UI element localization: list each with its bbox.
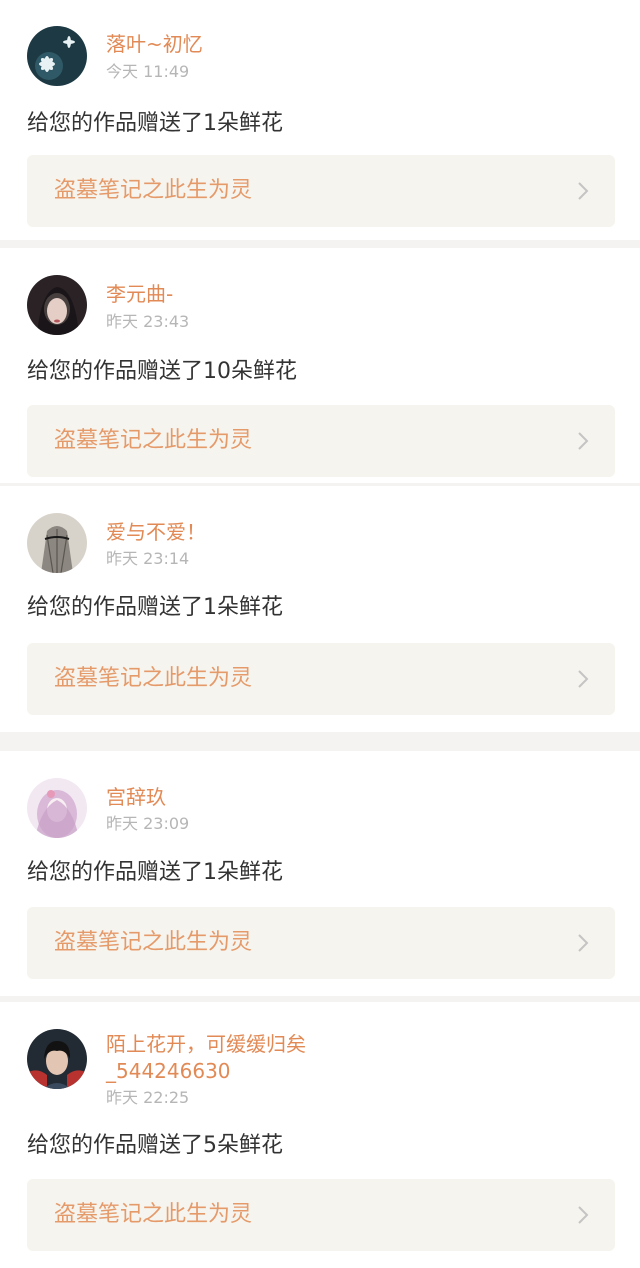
username[interactable]: 李元曲- [106, 282, 173, 306]
work-title: 盗墓笔记之此生为灵 [54, 930, 253, 955]
username[interactable]: 陌上花开，可缓缓归矣 [106, 1032, 306, 1056]
notification-card: 李元曲- 昨天 23:43 给您的作品赠送了10朵鲜花 盗墓笔记之此生为灵 [0, 248, 640, 483]
timestamp: 昨天 23:09 [106, 814, 190, 833]
notification-card: 宫辞玖 昨天 23:09 给您的作品赠送了1朵鲜花 盗墓笔记之此生为灵 [0, 751, 640, 996]
chevron-right-icon [577, 181, 589, 201]
avatar[interactable] [27, 26, 87, 86]
timestamp: 昨天 23:43 [106, 312, 190, 331]
gift-message: 给您的作品赠送了10朵鲜花 [27, 359, 297, 384]
gift-message: 给您的作品赠送了5朵鲜花 [27, 1133, 283, 1158]
timestamp: 昨天 22:25 [106, 1088, 190, 1107]
gift-message: 给您的作品赠送了1朵鲜花 [27, 595, 283, 620]
avatar[interactable] [27, 275, 87, 335]
username-continued[interactable]: _544246630 [106, 1059, 231, 1083]
work-title: 盗墓笔记之此生为灵 [54, 1202, 253, 1227]
notification-card: 爱与不爱！ 昨天 23:14 给您的作品赠送了1朵鲜花 盗墓笔记之此生为灵 [0, 486, 640, 732]
work-link[interactable]: 盗墓笔记之此生为灵 [27, 1179, 615, 1251]
chevron-right-icon [577, 669, 589, 689]
timestamp: 今天 11:49 [106, 62, 190, 81]
username[interactable]: 宫辞玖 [106, 785, 166, 809]
avatar[interactable] [27, 1029, 87, 1089]
work-title: 盗墓笔记之此生为灵 [54, 428, 253, 453]
work-link[interactable]: 盗墓笔记之此生为灵 [27, 907, 615, 979]
chevron-right-icon [577, 933, 589, 953]
chevron-right-icon [577, 1205, 589, 1225]
notification-card: 陌上花开，可缓缓归矣 _544246630 昨天 22:25 给您的作品赠送了5… [0, 1002, 640, 1268]
work-link[interactable]: 盗墓笔记之此生为灵 [27, 405, 615, 477]
gift-message: 给您的作品赠送了1朵鲜花 [27, 860, 283, 885]
gift-message: 给您的作品赠送了1朵鲜花 [27, 111, 283, 136]
avatar[interactable] [27, 513, 87, 573]
work-link[interactable]: 盗墓笔记之此生为灵 [27, 155, 615, 227]
work-title: 盗墓笔记之此生为灵 [54, 666, 253, 691]
work-title: 盗墓笔记之此生为灵 [54, 178, 253, 203]
username[interactable]: 爱与不爱！ [106, 520, 206, 544]
notification-card: 落叶~初忆 今天 11:49 给您的作品赠送了1朵鲜花 盗墓笔记之此生为灵 [0, 0, 640, 240]
chevron-right-icon [577, 431, 589, 451]
avatar[interactable] [27, 778, 87, 838]
timestamp: 昨天 23:14 [106, 549, 190, 568]
work-link[interactable]: 盗墓笔记之此生为灵 [27, 643, 615, 715]
username[interactable]: 落叶~初忆 [106, 32, 203, 56]
